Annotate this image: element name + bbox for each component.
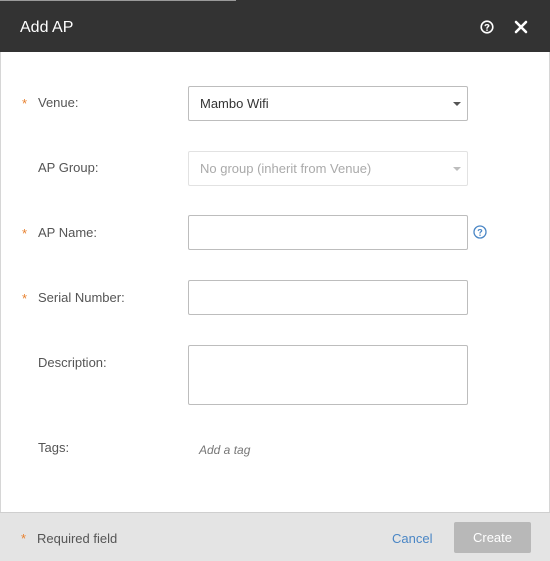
create-button[interactable]: Create	[454, 522, 531, 553]
dropdown-caret-icon	[453, 167, 461, 171]
venue-select-value: Mambo Wifi	[200, 96, 269, 111]
ap-name-input[interactable]	[188, 215, 468, 250]
dialog-footer: * Required field Cancel Create	[0, 512, 550, 561]
required-star: *	[21, 531, 27, 546]
help-icon[interactable]	[480, 20, 494, 34]
header-top-line	[0, 0, 236, 1]
close-icon[interactable]	[513, 19, 529, 35]
serial-number-label: Serial Number:	[38, 290, 125, 305]
description-label: Description:	[38, 355, 107, 370]
dropdown-caret-icon	[453, 102, 461, 106]
description-textarea[interactable]	[188, 345, 468, 405]
ap-group-select[interactable]: No group (inherit from Venue)	[188, 151, 468, 186]
ap-group-label: AP Group:	[38, 160, 99, 175]
tags-input[interactable]: Add a tag	[199, 443, 250, 457]
required-star: *	[22, 226, 28, 241]
venue-label: Venue:	[38, 95, 79, 110]
field-help-icon[interactable]	[473, 225, 487, 239]
dialog-header: Add AP	[0, 0, 550, 52]
serial-number-input[interactable]	[188, 280, 468, 315]
tags-label: Tags:	[38, 440, 70, 455]
venue-select[interactable]: Mambo Wifi	[188, 86, 468, 121]
required-field-note: Required field	[37, 531, 118, 546]
dialog-body: * Venue: Mambo Wifi AP Group: No group (…	[0, 52, 550, 512]
required-star: *	[22, 96, 28, 111]
ap-group-select-value: No group (inherit from Venue)	[200, 161, 372, 176]
required-star: *	[22, 291, 28, 306]
ap-name-label: AP Name:	[38, 225, 98, 240]
cancel-button[interactable]: Cancel	[392, 531, 432, 547]
dialog-title: Add AP	[20, 19, 74, 36]
add-ap-dialog: Add AP * Venue: Mambo Wifi AP Group: No …	[0, 0, 550, 561]
